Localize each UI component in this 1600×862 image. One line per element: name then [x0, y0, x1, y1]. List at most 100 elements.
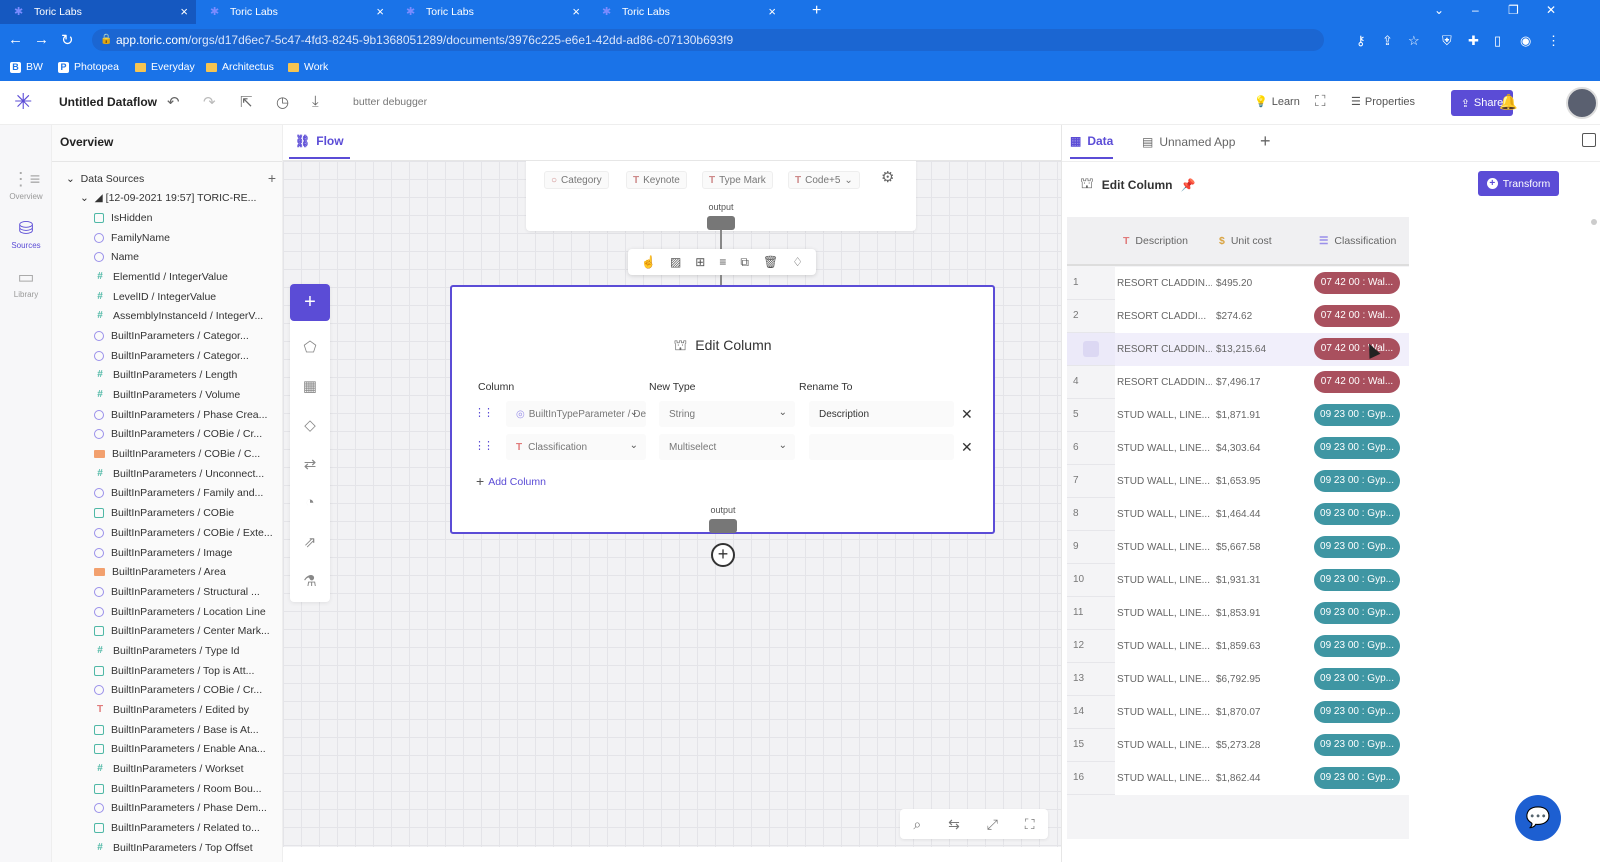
close-tab-icon[interactable]: × [180, 4, 188, 19]
cell-classification[interactable]: 09 23 00 : Gyp... [1308, 762, 1409, 795]
trash-icon[interactable]: 🗑 [763, 255, 778, 269]
cell-unit-cost[interactable]: $4,303.64 [1212, 432, 1308, 465]
bitwarden-extension-icon[interactable]: ⛨ [1442, 33, 1452, 49]
add-node-icon[interactable]: + [711, 543, 735, 567]
lightbulb-icon[interactable]: ♢ [792, 255, 803, 269]
cell-classification[interactable]: 09 23 00 : Gyp... [1308, 564, 1409, 597]
drag-handle-icon[interactable]: ⋮⋮ [474, 439, 494, 452]
new-tab-icon[interactable]: + [812, 2, 821, 20]
field-item[interactable]: BuiltInParameters / Phase Dem... [94, 799, 279, 819]
duplicate-icon[interactable]: ⧉ [740, 255, 749, 270]
back-icon[interactable]: ← [8, 31, 23, 48]
field-item[interactable]: BuiltInParameters / Enable Ana... [94, 740, 279, 760]
browser-tab[interactable]: ✱ Toric Labs × [0, 0, 196, 24]
table-row[interactable]: 13 STUD WALL, LINE... $6,792.95 09 23 00 : … [1067, 663, 1409, 696]
field-item[interactable]: BuiltInParameters / Center Mark... [94, 621, 279, 641]
cell-description[interactable]: STUD WALL, LINE... [1115, 729, 1212, 762]
close-tab-icon[interactable]: × [572, 4, 580, 19]
remove-row-icon[interactable]: ✕ [961, 406, 973, 423]
table-row[interactable]: 16 STUD WALL, LINE... $1,862.44 09 23 00 : … [1067, 762, 1409, 795]
field-item[interactable]: BuiltInParameters / Room Bou... [94, 779, 279, 799]
cell-unit-cost[interactable]: $6,792.95 [1212, 663, 1308, 696]
cell-unit-cost[interactable]: $1,862.44 [1212, 762, 1308, 795]
field-item[interactable]: BuiltInParameters / Family and... [94, 484, 279, 504]
cell-description[interactable]: STUD WALL, LINE... [1115, 531, 1212, 564]
table-row[interactable]: 11 STUD WALL, LINE... $1,853.91 09 23 00 : … [1067, 597, 1409, 630]
cell-unit-cost[interactable]: $5,273.28 [1212, 729, 1308, 762]
add-source-icon[interactable]: + [268, 170, 276, 186]
cell-classification[interactable]: 09 23 00 : Gyp... [1308, 597, 1409, 630]
rename-input[interactable] [809, 434, 954, 460]
toric-logo-icon[interactable]: ✳ [14, 91, 32, 113]
reload-icon[interactable]: ↻ [61, 31, 74, 49]
browser-menu-icon[interactable]: ⋮ [1547, 33, 1560, 49]
window-close-icon[interactable]: ✕ [1546, 3, 1556, 17]
column-select[interactable]: ◎ BuiltInTypeParameter / Description ⌄ [506, 401, 646, 427]
gear-icon[interactable]: ⚙ [881, 168, 894, 186]
transform-button[interactable]: + Transform [1478, 171, 1559, 196]
extensions-puzzle-icon[interactable]: ✚ [1468, 33, 1479, 49]
layout-icon[interactable]: ⇆ [948, 816, 960, 833]
data-sources-header[interactable]: ⌄ Data Sources + [66, 170, 276, 186]
cell-unit-cost[interactable]: $1,871.91 [1212, 399, 1308, 432]
output-port[interactable] [709, 519, 737, 533]
cell-unit-cost[interactable]: $1,853.91 [1212, 597, 1308, 630]
side-panel-icon[interactable]: ▯ [1494, 33, 1501, 49]
data-source-item[interactable]: ⌄ ◢ [12-09-2021 19:57] TORIC-RE... [80, 192, 256, 204]
cell-classification[interactable]: 09 23 00 : Gyp... [1308, 498, 1409, 531]
cell-classification[interactable]: 09 23 00 : Gyp... [1308, 399, 1409, 432]
cell-description[interactable]: RESORT CLADDIN... [1115, 267, 1212, 300]
rename-input[interactable]: Description [809, 401, 954, 427]
profile-icon[interactable]: ◉ [1520, 33, 1531, 49]
cell-unit-cost[interactable]: $13,215.64 [1212, 333, 1308, 366]
fullscreen-icon[interactable]: ⛶ [1025, 816, 1035, 833]
share-page-icon[interactable]: ⇪ [1382, 33, 1393, 49]
cell-description[interactable]: STUD WALL, LINE... [1115, 762, 1212, 795]
browser-tab[interactable]: ✱ Toric Labs × [196, 0, 392, 24]
chat-support-button[interactable]: 💬 [1515, 795, 1561, 841]
properties-button[interactable]: ☰ Properties [1351, 95, 1415, 109]
column-header-description[interactable]: T Description [1123, 235, 1188, 247]
cell-unit-cost[interactable]: $7,496.17 [1212, 366, 1308, 399]
cell-classification[interactable]: 09 23 00 : Gyp... [1308, 696, 1409, 729]
key-icon[interactable]: ⚷ [1356, 33, 1366, 49]
field-item[interactable]: # BuiltInParameters / Top Offset [94, 838, 279, 858]
field-item[interactable]: FamilyName [94, 228, 279, 248]
cell-classification[interactable]: 07 42 00 : Wal... [1308, 333, 1409, 366]
field-item[interactable]: BuiltInParameters / Related to... [94, 818, 279, 838]
bookmark-star-icon[interactable]: ☆ [1408, 33, 1420, 49]
cell-classification[interactable]: 09 23 00 : Gyp... [1308, 531, 1409, 564]
table-row[interactable]: RESORT CLADDIN... $13,215.64 07 42 00 : Wa… [1067, 333, 1409, 366]
chevron-down-icon[interactable]: ⌄ [844, 175, 852, 186]
bookmark-work[interactable]: Work [288, 61, 328, 73]
field-item[interactable]: BuiltInParameters / Categor... [94, 326, 279, 346]
tab-search-icon[interactable]: ⌄ [1434, 3, 1444, 17]
document-title[interactable]: Untitled Dataflow [59, 95, 157, 109]
field-item[interactable]: BuiltInParameters / COBie / Cr... [94, 425, 279, 445]
field-item[interactable]: BuiltInParameters / Location Line [94, 602, 279, 622]
bell-icon[interactable]: 🔔 [1499, 93, 1518, 111]
field-item[interactable]: BuiltInParameters / Area [94, 562, 279, 582]
table-row[interactable]: 12 STUD WALL, LINE... $1,859.63 09 23 00 : … [1067, 630, 1409, 663]
field-item[interactable]: # BuiltInParameters / Type Id [94, 641, 279, 661]
cell-description[interactable]: STUD WALL, LINE... [1115, 663, 1212, 696]
cell-classification[interactable]: 09 23 00 : Gyp... [1308, 465, 1409, 498]
panel-toggle-icon[interactable] [1582, 133, 1596, 147]
field-item[interactable]: # ElementId / IntegerValue [94, 267, 279, 287]
export-icon[interactable]: ⇗ [290, 533, 330, 551]
cell-unit-cost[interactable]: $1,464.44 [1212, 498, 1308, 531]
field-item[interactable]: BuiltInParameters / Base is At... [94, 720, 279, 740]
zoom-search-icon[interactable]: ⌕ [913, 816, 921, 833]
field-item[interactable]: Name [94, 247, 279, 267]
tab-data[interactable]: ▦ Data [1070, 125, 1114, 159]
table-row[interactable]: 14 STUD WALL, LINE... $1,870.07 09 23 00 : … [1067, 696, 1409, 729]
column-header-classification[interactable]: ☰ Classification [1319, 235, 1396, 247]
shapes-icon[interactable]: ⬠ [290, 338, 330, 356]
cell-classification[interactable]: 09 23 00 : Gyp... [1308, 663, 1409, 696]
field-item[interactable]: BuiltInParameters / Image [94, 543, 279, 563]
debugger-label[interactable]: butter debugger [353, 96, 427, 108]
row-checkbox[interactable] [1083, 341, 1099, 357]
cell-description[interactable]: STUD WALL, LINE... [1115, 465, 1212, 498]
filter-sliders-icon[interactable]: ≡ [719, 255, 726, 269]
url-field[interactable]: 🔒 app.toric.com/orgs/d17d6ec7-5c47-4fd3-… [92, 29, 1324, 51]
